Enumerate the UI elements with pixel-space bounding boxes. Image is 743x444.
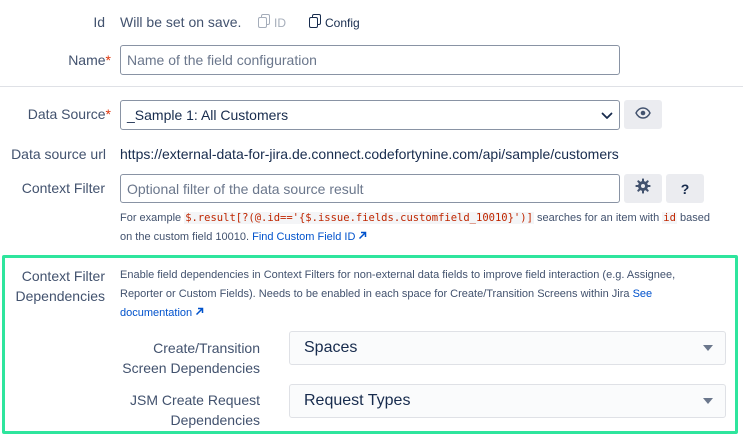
required-mark: * [105,52,111,68]
see-documentation-link[interactable]: documentation [120,307,204,319]
create-transition-selected: Spaces [304,339,358,356]
context-filter-settings-button[interactable] [624,174,662,203]
copy-icon [309,14,321,31]
create-transition-label-line-1: Create/Transition [153,340,260,356]
name-input-placeholder: Name of the field configuration [127,52,317,68]
data-source-selected: _Sample 1: All Customers [127,107,289,123]
create-transition-label-line-2: Screen Dependencies [122,360,260,376]
context-filter-help-line-1: For example $.result[?(@.id=='{$.issue.f… [120,209,740,228]
data-source-select[interactable]: _Sample 1: All Customers [120,100,620,130]
external-link-icon [195,307,204,319]
context-filter-placeholder: Optional filter of the data source resul… [127,180,364,197]
copy-config-button[interactable]: Config [309,14,360,31]
create-transition-dependencies-select[interactable]: Spaces [289,331,726,365]
preview-data-source-button[interactable] [624,100,662,129]
gear-icon [635,178,651,199]
dependencies-desc-line-3: documentation [120,304,732,323]
id-value: Will be set on save. [120,14,242,30]
chevron-down-icon [601,107,613,123]
context-filter-help-line-2: on the custom field 10010. Find Custom F… [120,228,740,247]
section-divider [0,86,743,87]
dependencies-label-line-1: Context Filter [21,268,105,284]
data-source-url-value: https://external-data-for-jira.de.connec… [120,146,619,162]
id-label: Id [93,14,105,30]
help-code-id: id [662,212,677,224]
context-filter-label: Context Filter [21,180,105,196]
context-filter-help-button[interactable]: ? [666,174,704,203]
copy-icon [258,14,270,31]
data-source-label: Data Source* [28,106,111,122]
data-source-url-label: Data source url [11,146,106,162]
jsm-selected: Request Types [304,392,411,409]
name-input[interactable]: Name of the field configuration [120,45,620,75]
copy-id-button[interactable]: ID [258,14,286,31]
name-label-text: Name [68,52,106,68]
eye-icon [635,106,651,124]
jsm-create-request-label: JSM Create Request Dependencies [130,390,260,430]
dependencies-desc-text: Reporter or Custom Fields). Needs to be … [120,288,630,300]
help-suffix-2: on the custom field 10010. [120,231,250,243]
dependencies-label-line-2: Dependencies [15,288,105,304]
help-prefix: For example [120,212,182,224]
chevron-down-icon [703,345,713,351]
find-custom-field-id-label: Find Custom Field ID [252,231,356,243]
chevron-down-icon [703,398,713,404]
context-filter-dependencies-label: Context Filter Dependencies [15,266,105,306]
required-mark: * [105,106,111,122]
help-middle: searches for an item with [536,212,660,224]
copy-config-label: Config [325,15,360,30]
see-documentation-link-part-1[interactable]: See [633,288,653,300]
jsm-create-request-dependencies-select[interactable]: Request Types [289,384,726,418]
help-code-example: $.result[?(@.id=='{$.issue.fields.custom… [184,212,534,224]
create-transition-label: Create/Transition Screen Dependencies [122,338,260,378]
context-filter-help: For example $.result[?(@.id=='{$.issue.f… [120,209,740,247]
dependencies-desc-line-2: Reporter or Custom Fields). Needs to be … [120,285,732,304]
dependencies-description: Enable field dependencies in Context Fil… [120,266,732,323]
documentation-label: documentation [120,307,193,319]
context-filter-input[interactable]: Optional filter of the data source resul… [120,174,620,203]
jsm-label-line-2: Dependencies [170,412,260,428]
question-icon: ? [680,180,690,197]
data-source-label-text: Data Source [27,106,106,122]
help-suffix: based [680,212,710,224]
dependencies-desc-line-1: Enable field dependencies in Context Fil… [120,269,676,281]
name-label: Name* [68,52,111,68]
copy-id-label: ID [274,15,286,30]
external-link-icon [358,231,367,243]
find-custom-field-id-link[interactable]: Find Custom Field ID [252,231,367,243]
jsm-label-line-1: JSM Create Request [130,392,260,408]
